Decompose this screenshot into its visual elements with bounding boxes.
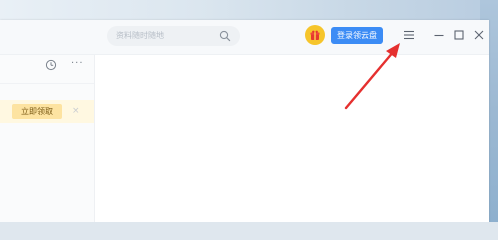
search-box[interactable]: 资料随时随地 (107, 26, 240, 46)
promo-close-icon[interactable]: × (72, 104, 80, 119)
search-icon[interactable] (219, 30, 231, 42)
sidebar (0, 55, 95, 222)
login-button[interactable]: 登录领云盘 (331, 27, 383, 44)
sidebar-divider (0, 83, 94, 84)
gift-avatar-icon[interactable] (305, 25, 325, 45)
desktop-background-top (0, 0, 498, 20)
claim-now-button[interactable]: 立即领取 (12, 104, 62, 119)
search-placeholder: 资料随时随地 (116, 31, 164, 40)
close-icon[interactable] (472, 28, 486, 42)
minimize-icon[interactable] (432, 28, 446, 42)
maximize-icon[interactable] (452, 28, 466, 42)
gift-icon (310, 30, 320, 40)
title-bar: 资料随时随地 登录领云盘 (0, 20, 489, 55)
screen: 资料随时随地 登录领云盘 ··· 立即领取 × (0, 0, 498, 222)
more-icon[interactable]: ··· (71, 59, 85, 71)
clock-icon[interactable] (45, 59, 57, 71)
menu-icon[interactable] (402, 28, 416, 42)
app-window: 资料随时随地 登录领云盘 ··· 立即领取 × (0, 20, 489, 222)
promo-banner: 立即领取 × (0, 100, 94, 123)
main-content-area (95, 55, 489, 222)
